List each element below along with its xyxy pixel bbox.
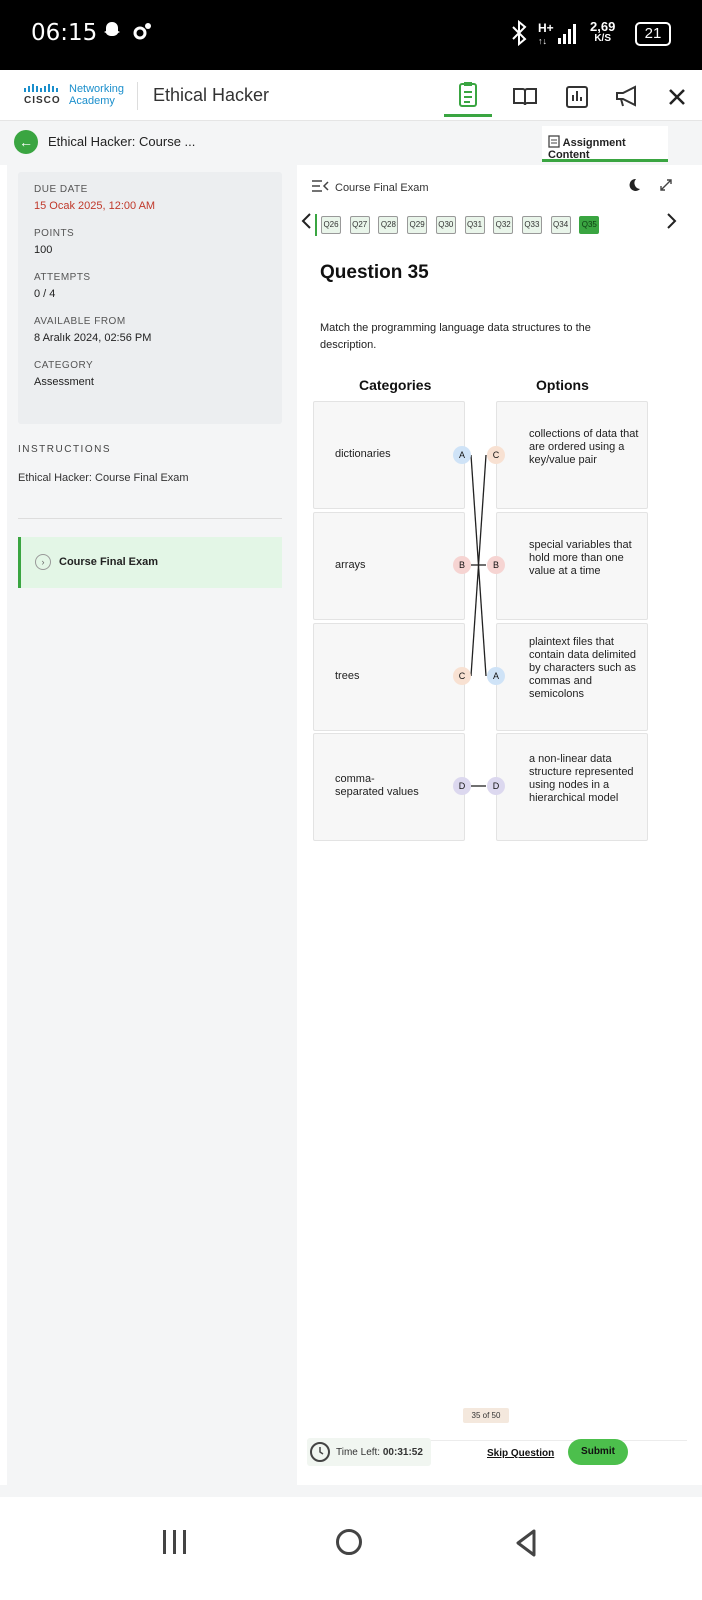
category-badge[interactable]: B xyxy=(453,556,471,574)
category-label: CATEGORY xyxy=(34,360,94,371)
battery-level: 21 xyxy=(644,25,662,42)
assignment-content-tab[interactable]: Assignment Content xyxy=(542,126,668,162)
timer-label: Time Left: xyxy=(336,1447,381,1458)
book-icon xyxy=(513,88,537,106)
divider xyxy=(18,518,282,519)
course-title[interactable]: Ethical Hacker: Course ... xyxy=(48,134,195,149)
gradebook-icon xyxy=(566,86,588,108)
module-label: Course Final Exam xyxy=(59,556,159,568)
header-divider xyxy=(137,82,138,110)
announcements-button[interactable] xyxy=(613,81,643,111)
instructions-text: Ethical Hacker: Course Final Exam xyxy=(18,472,189,484)
category-badge[interactable]: D xyxy=(453,777,471,795)
assignment-content-label: Assignment Content xyxy=(548,137,626,161)
recents-icon[interactable] xyxy=(163,1530,187,1554)
progress-indicator: 35 of 50 xyxy=(463,1408,509,1423)
chevron-right-icon: › xyxy=(35,554,51,570)
available-from-label: AVAILABLE FROM xyxy=(34,316,126,327)
snapchat-ghost-icon xyxy=(101,20,123,47)
course-bar: ← Ethical Hacker: Course ... Assignment … xyxy=(0,121,702,165)
category-badge[interactable]: A xyxy=(453,446,471,464)
close-icon xyxy=(669,89,685,105)
submit-button[interactable]: Submit xyxy=(568,1439,628,1465)
exam-content: Course Final Exam Q26 Q27 Q28 Q29 Q30 Q31 Q32 Q… xyxy=(297,165,697,1485)
close-button[interactable] xyxy=(663,81,693,111)
megaphone-icon xyxy=(616,85,636,107)
attempts-label: ATTEMPTS xyxy=(34,272,91,283)
app-title: Ethical Hacker xyxy=(153,85,270,105)
svg-text:↑↓: ↑↓ xyxy=(538,36,547,46)
due-date-value: 15 Ocak 2025, 12:00 AM xyxy=(34,200,156,212)
arrow-left-icon: ← xyxy=(19,134,33,150)
status-time: 06:15 xyxy=(31,20,98,46)
due-date-label: DUE DATE xyxy=(34,184,88,195)
document-icon xyxy=(548,135,560,148)
category-badge[interactable]: C xyxy=(453,667,471,685)
speed-value: 2,69 xyxy=(590,19,616,34)
bluetooth-icon xyxy=(511,19,527,51)
clock-icon xyxy=(310,1442,330,1462)
option-badge[interactable]: C xyxy=(487,446,505,464)
timer-text: Time Left: 00:31:52 xyxy=(336,1447,423,1458)
android-nav-bar xyxy=(0,1497,702,1600)
cisco-logo[interactable]: CISCO Networking Academy xyxy=(24,83,129,110)
logo-networking: Networking xyxy=(69,83,125,95)
logo-text: Networking Academy xyxy=(69,83,124,107)
assignment-button[interactable] xyxy=(444,78,492,117)
instructions-label: INSTRUCTIONS xyxy=(18,444,111,455)
option-badge[interactable]: A xyxy=(487,667,505,685)
battery-icon: 21 xyxy=(635,22,671,46)
home-icon[interactable] xyxy=(336,1529,362,1555)
module-item-course-final-exam[interactable]: › Course Final Exam xyxy=(18,537,282,588)
available-from-value: 8 Aralık 2024, 02:56 PM xyxy=(34,332,152,344)
app-header: CISCO Networking Academy Ethical Hacker xyxy=(0,70,702,121)
match-connectors xyxy=(470,454,487,787)
book-button[interactable] xyxy=(511,81,541,111)
points-value: 100 xyxy=(34,244,53,256)
points-label: POINTS xyxy=(34,228,75,239)
category-value: Assessment xyxy=(34,376,94,388)
assignment-meta-card: DUE DATE 15 Ocak 2025, 12:00 AM POINTS 1… xyxy=(18,172,282,424)
back-button[interactable]: ← xyxy=(14,130,38,154)
network-speed: 2,69 K/S xyxy=(590,19,616,45)
assignment-icon xyxy=(459,82,477,107)
timer-value: 00:31:52 xyxy=(382,1447,423,1458)
back-icon[interactable] xyxy=(514,1529,538,1557)
option-badge[interactable]: D xyxy=(487,777,505,795)
settings-icon xyxy=(131,20,153,47)
cisco-wordmark: CISCO xyxy=(24,95,61,106)
svg-text:H+: H+ xyxy=(538,21,554,35)
gradebook-button[interactable] xyxy=(563,81,593,111)
footer-strip xyxy=(0,1485,702,1497)
option-badge[interactable]: B xyxy=(487,556,505,574)
attempts-value: 0 / 4 xyxy=(34,288,56,300)
speed-unit: K/S xyxy=(594,33,611,44)
status-bar: 06:15 H+ ↑↓ 2,69 K/S 21 xyxy=(0,0,702,70)
skip-question-link[interactable]: Skip Question xyxy=(487,1448,554,1459)
signal-icon: H+ ↑↓ xyxy=(538,20,584,51)
timer: Time Left: 00:31:52 xyxy=(307,1438,431,1466)
logo-academy: Academy xyxy=(69,95,115,107)
